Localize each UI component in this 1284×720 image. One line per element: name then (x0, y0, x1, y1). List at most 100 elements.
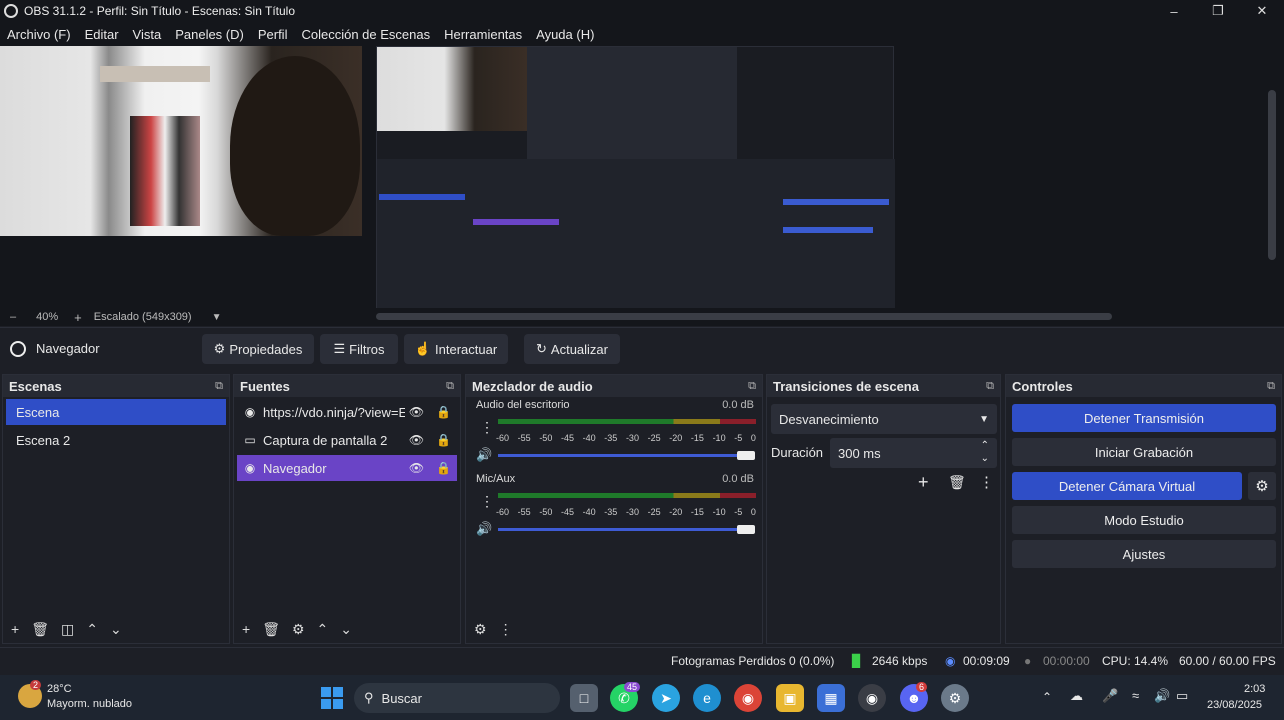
move-up-icon[interactable]: ⌃ (86, 621, 98, 638)
menu-file[interactable]: Archivo (F) (0, 27, 78, 42)
file-explorer-icon[interactable]: ▣ (776, 684, 804, 712)
source-item[interactable]: ◉ https://vdo.ninja/?view=E 👁 🔒 (237, 399, 457, 425)
stop-streaming-button[interactable]: Detener Transmisión (1012, 404, 1276, 432)
undock-icon[interactable]: ⧉ (1267, 380, 1275, 393)
gear-icon[interactable]: ⚙ (292, 621, 305, 638)
move-up-icon[interactable]: ⌃ (317, 621, 329, 638)
properties-button[interactable]: ⚙ Propiedades (202, 334, 314, 364)
add-transition-icon[interactable]: + (918, 472, 929, 493)
clock-time[interactable]: 2:03 (1244, 683, 1265, 695)
move-down-icon[interactable]: ⌄ (110, 621, 122, 638)
virtual-camera-settings-button[interactable]: ⚙ (1248, 472, 1276, 500)
advanced-audio-icon[interactable]: ⚙ (474, 621, 487, 638)
scale-dropdown-icon[interactable]: ▼ (212, 312, 222, 323)
channel-name: Audio del escritorio (476, 399, 570, 411)
source-item[interactable]: ◉ Navegador 👁 🔒 (237, 455, 457, 481)
start-recording-button[interactable]: Iniciar Grabación (1012, 438, 1276, 466)
task-view-icon[interactable]: □ (570, 684, 598, 712)
windows-start-icon[interactable] (318, 684, 346, 712)
menu-tools[interactable]: Herramientas (437, 27, 529, 42)
obs-taskbar-icon[interactable]: ◉ (858, 684, 886, 712)
scene-item[interactable]: Escena 2 (6, 427, 226, 453)
undock-icon[interactable]: ⧉ (446, 380, 454, 393)
taskbar-search[interactable]: ⚲ Buscar (354, 683, 560, 713)
volume-slider[interactable] (498, 454, 748, 457)
menu-view[interactable]: Vista (126, 27, 169, 42)
mixer-footer: ⚙ ⋮ (466, 615, 762, 643)
onedrive-cloud-icon[interactable]: ☁ (1070, 688, 1083, 704)
kebab-menu-icon[interactable]: ⋮ (979, 473, 994, 491)
volume-icon[interactable]: 🔊 (1154, 688, 1170, 704)
eye-icon[interactable]: 👁 (409, 405, 424, 419)
trash-icon[interactable]: 🗑 (31, 621, 49, 638)
kebab-menu-icon[interactable]: ⋮ (480, 419, 494, 436)
record-time: 00:00:00 (1043, 654, 1090, 668)
lock-icon[interactable]: 🔒 (436, 433, 451, 447)
add-scene-icon[interactable]: + (11, 621, 19, 637)
undock-icon[interactable]: ⧉ (986, 380, 994, 393)
volume-slider[interactable] (498, 528, 748, 531)
studio-mode-button[interactable]: Modo Estudio (1012, 506, 1276, 534)
zoom-out-button[interactable]: – (10, 311, 16, 323)
weather-badge: 2 (30, 680, 42, 690)
weather-temp: 28°C (47, 683, 72, 695)
trash-icon[interactable]: 🗑 (262, 621, 280, 638)
filters-button[interactable]: ☰ Filtros (320, 334, 398, 364)
zoom-in-button[interactable]: + (74, 310, 82, 325)
bitrate: 2646 kbps (872, 654, 928, 668)
menu-help[interactable]: Ayuda (H) (529, 27, 601, 42)
refresh-label: Actualizar (550, 341, 608, 357)
obs-logo-icon (4, 4, 18, 18)
lock-icon[interactable]: 🔒 (436, 461, 451, 475)
telegram-icon[interactable]: ➤ (652, 684, 680, 712)
volume-slider-handle[interactable] (737, 451, 755, 460)
battery-icon[interactable]: ▭ (1176, 688, 1188, 704)
undock-icon[interactable]: ⧉ (215, 380, 223, 393)
audio-level-meter (498, 419, 756, 424)
chrome-icon[interactable]: ◉ (734, 684, 762, 712)
refresh-button[interactable]: ↻ Actualizar (524, 334, 620, 364)
lock-icon[interactable]: 🔒 (436, 405, 451, 419)
clock-date[interactable]: 23/08/2025 (1207, 699, 1262, 711)
edge-icon[interactable]: e (693, 684, 721, 712)
interact-button[interactable]: ☝ Interactuar (404, 334, 508, 364)
transition-select[interactable]: Desvanecimiento ▼ (771, 404, 997, 434)
minimize-button[interactable]: – (1152, 0, 1196, 22)
chevron-up-icon[interactable]: ⌃ (1042, 690, 1052, 704)
preview-horizontal-scrollbar[interactable] (376, 313, 1112, 320)
maximize-button[interactable]: ❐ (1196, 0, 1240, 22)
eye-icon[interactable]: 👁 (409, 433, 424, 447)
menu-edit[interactable]: Editar (78, 27, 126, 42)
undock-icon[interactable]: ⧉ (748, 380, 756, 393)
record-icon: ● (1024, 654, 1032, 668)
search-label: Buscar (381, 690, 422, 706)
microsoft-store-icon[interactable]: ▦ (817, 684, 845, 712)
add-source-icon[interactable]: + (242, 621, 250, 637)
close-button[interactable]: ✕ (1240, 0, 1284, 22)
menu-scene-collection[interactable]: Colección de Escenas (294, 27, 437, 42)
move-down-icon[interactable]: ⌄ (340, 621, 352, 638)
speaker-icon[interactable]: 🔊 (476, 447, 492, 463)
eye-icon[interactable]: 👁 (409, 461, 424, 475)
duration-spinner[interactable]: ⌃ ⌄ (981, 439, 989, 465)
stop-virtual-camera-button[interactable]: Detener Cámara Virtual (1012, 472, 1242, 500)
trash-icon[interactable]: 🗑 (948, 474, 966, 491)
settings-gear-icon[interactable]: ⚙ (941, 684, 969, 712)
settings-button[interactable]: Ajustes (1012, 540, 1276, 568)
scene-item[interactable]: Escena (6, 399, 226, 425)
menu-docks[interactable]: Paneles (D) (168, 27, 251, 42)
scene-filters-icon[interactable]: ◫ (61, 621, 74, 638)
speaker-icon[interactable]: 🔊 (476, 521, 492, 537)
mixer-header: Mezclador de audio ⧉ (466, 375, 762, 397)
kebab-menu-icon[interactable]: ⋮ (480, 493, 494, 510)
mixer-channel: Mic/Aux 0.0 dB ⋮ -60 -55 -50 -45 -40 -35 -30 -2… (466, 471, 762, 545)
volume-slider-handle[interactable] (737, 525, 755, 534)
wifi-icon[interactable]: ≈ (1132, 688, 1139, 703)
source-item[interactable]: ▭ Captura de pantalla 2 👁 🔒 (237, 427, 457, 453)
kebab-menu-icon[interactable]: ⋮ (499, 621, 513, 638)
microphone-icon[interactable]: 🎤 (1102, 688, 1118, 704)
menu-profile[interactable]: Perfil (251, 27, 295, 42)
preview-vertical-scrollbar[interactable] (1268, 90, 1276, 260)
duration-input[interactable]: 300 ms ⌃ ⌄ (830, 438, 997, 468)
weather-desc: Mayorm. nublado (47, 698, 132, 710)
